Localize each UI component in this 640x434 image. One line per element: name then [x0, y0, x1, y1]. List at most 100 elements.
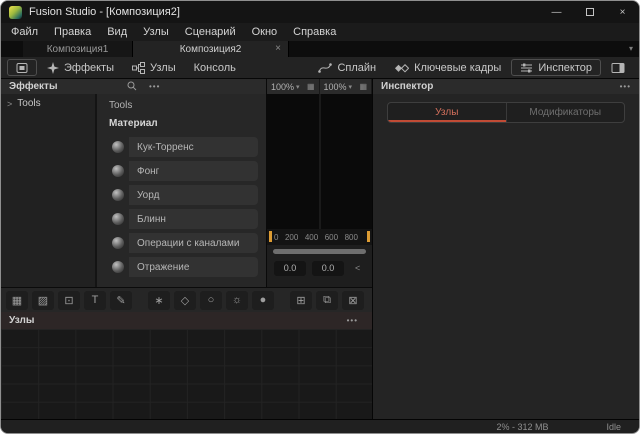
- viewer-headers: 100% ▾ ▦ 100% ▾ ▦: [267, 79, 372, 94]
- search-icon[interactable]: [127, 81, 137, 94]
- keyframes-diamond-icon: [394, 62, 409, 74]
- menu-item-5[interactable]: Сценарий: [177, 26, 244, 38]
- color-tool-icon[interactable]: ●: [252, 291, 274, 310]
- merge-tool-icon-glyph: ⊞: [296, 294, 305, 307]
- menu-item-2[interactable]: Правка: [46, 26, 99, 38]
- ruler-tick-label: 400: [305, 233, 318, 242]
- tools-list-item[interactable]: Отражение: [107, 257, 258, 277]
- polygon-mask-tool-icon-glyph: ◇: [181, 294, 189, 307]
- chevron-down-icon: ▾: [349, 83, 353, 91]
- effects-toolbar-button[interactable]: Эффекты: [39, 59, 122, 76]
- effects-tree: > Tools: [1, 94, 97, 287]
- nodes-toolbar-label: Узлы: [150, 62, 176, 74]
- menu-item-7[interactable]: Справка: [285, 26, 344, 38]
- ruler-tick-label: 0: [274, 233, 278, 242]
- particles-tool-icon[interactable]: ∗: [148, 291, 170, 310]
- sphere-glyph: [112, 165, 124, 177]
- media-tool-icon-glyph: ⊡: [64, 294, 73, 307]
- fastnoise-tool-icon[interactable]: ▨: [32, 291, 54, 310]
- ruler-tick-label: 200: [285, 233, 298, 242]
- media-tool-icon[interactable]: ⊡: [58, 291, 80, 310]
- viewer-right-canvas[interactable]: [319, 94, 373, 229]
- merge-tool-icon[interactable]: ⊞: [290, 291, 312, 310]
- menu-item-3[interactable]: Вид: [99, 26, 135, 38]
- viewer-left-zoom-select[interactable]: 100%: [271, 82, 294, 92]
- inspector-body: [373, 123, 639, 419]
- tools-list-item-label: Уорд: [129, 190, 159, 201]
- viewer-left-canvas[interactable]: [267, 94, 319, 229]
- effects-menu-dots-icon[interactable]: •••: [149, 82, 160, 91]
- keyframes-toolbar-button[interactable]: Ключевые кадры: [386, 59, 509, 76]
- text-tool-icon[interactable]: T: [84, 291, 106, 310]
- app-window: Fusion Studio - [Композиция2] — × ФайлПр…: [0, 0, 640, 434]
- tree-item-tools[interactable]: > Tools: [1, 94, 95, 113]
- tree-item-label: Tools: [17, 98, 40, 109]
- nodes-panel-title: Узлы: [9, 315, 34, 326]
- inspector-tab-1[interactable]: Узлы: [388, 103, 506, 122]
- nodes-toolbar-button[interactable]: Узлы: [124, 59, 184, 76]
- composition-tab-1[interactable]: Композиция1: [23, 41, 133, 57]
- right-panel-toggle-button[interactable]: [603, 59, 633, 76]
- timeline-scrollbar-thumb[interactable]: [273, 249, 366, 254]
- collapse-left-icon[interactable]: <: [355, 263, 360, 273]
- viewer-right-zoom-select[interactable]: 100%: [324, 82, 347, 92]
- tools-list-item[interactable]: Кук-Торренс: [107, 137, 258, 157]
- tools-list-item[interactable]: Уорд: [107, 185, 258, 205]
- viewer-right-options-icon[interactable]: ▦: [359, 82, 367, 91]
- menu-item-1[interactable]: Файл: [3, 26, 46, 38]
- inspector-toolbar-label: Инспектор: [538, 62, 592, 74]
- viewer-left-options-icon[interactable]: ▦: [307, 82, 315, 91]
- inspector-menu-dots-icon[interactable]: •••: [620, 82, 631, 91]
- sphere-glyph: [112, 237, 124, 249]
- current-time-field[interactable]: 0.0: [274, 261, 306, 276]
- menu-item-6[interactable]: Окно: [244, 26, 286, 38]
- panel-toggle-button[interactable]: [7, 59, 37, 76]
- polygon-mask-tool-icon[interactable]: ◇: [174, 291, 196, 310]
- material-sphere-icon: [107, 257, 129, 277]
- spline-toolbar-button[interactable]: Сплайн: [310, 59, 384, 76]
- tab-close-icon[interactable]: ×: [275, 44, 281, 54]
- close-button[interactable]: ×: [606, 1, 639, 23]
- tab-overflow-chevron-icon[interactable]: ▾: [629, 44, 633, 53]
- inspector-toolbar-button[interactable]: Инспектор: [511, 59, 601, 76]
- chevron-right-icon: >: [7, 99, 12, 109]
- fastnoise-tool-icon-glyph: ▨: [38, 294, 48, 307]
- timeline-scrollbar: [267, 245, 372, 257]
- ellipse-mask-tool-icon[interactable]: ○: [200, 291, 222, 310]
- menu-item-4[interactable]: Узлы: [135, 26, 177, 38]
- transform-tool-icon-glyph: ⊠: [348, 294, 357, 307]
- chevron-down-icon: ▾: [296, 83, 300, 91]
- transform-tool-icon[interactable]: ⊠: [342, 291, 364, 310]
- brightness-tool-icon[interactable]: ☼: [226, 291, 248, 310]
- material-sphere-icon: [107, 233, 129, 253]
- tools-list-item-label: Блинн: [129, 214, 166, 225]
- nodes-canvas[interactable]: [1, 329, 372, 419]
- top-region: Эффекты ••• > Tools: [1, 79, 372, 287]
- tools-list-title: Tools: [107, 97, 258, 118]
- checkbox-grid-icon: [16, 62, 28, 74]
- tools-list-item[interactable]: Блинн: [107, 209, 258, 229]
- app-icon: [9, 6, 22, 19]
- tools-list: Кук-Торренс Фонг Уорд Блинн Операции с канал…: [107, 137, 258, 277]
- paint-tool-icon[interactable]: ✎: [110, 291, 132, 310]
- tools-list-item[interactable]: Операции с каналами: [107, 233, 258, 253]
- tools-list-item[interactable]: Фонг: [107, 161, 258, 181]
- background-tool-icon[interactable]: ▦: [6, 291, 28, 310]
- minimize-button[interactable]: —: [540, 1, 573, 23]
- render-range-end-marker[interactable]: [367, 231, 370, 242]
- tool-strip: ▦ ▨ ⊡ T✎ ∗ ◇ ○ ☼ ● ⊞ ⧉ ⊠: [1, 287, 372, 312]
- end-time-field[interactable]: 0.0: [312, 261, 344, 276]
- tab-bar: Композиция1Композиция2× ▾: [1, 41, 639, 57]
- render-range-start-marker[interactable]: [269, 231, 272, 242]
- ruler-tick-label: 600: [325, 233, 338, 242]
- spline-toolbar-label: Сплайн: [337, 62, 376, 74]
- inspector-tab-2[interactable]: Модификаторы: [506, 103, 625, 122]
- console-toolbar-button[interactable]: Консоль: [186, 59, 244, 76]
- nodes-menu-dots-icon[interactable]: •••: [347, 316, 364, 325]
- inspector-sliders-icon: [520, 62, 533, 74]
- composition-tab-2[interactable]: Композиция2×: [133, 41, 289, 57]
- timeline-ruler[interactable]: 0200400600800: [267, 229, 372, 245]
- layers-tool-icon[interactable]: ⧉: [316, 291, 338, 310]
- maximize-button[interactable]: [573, 1, 606, 23]
- brightness-tool-icon-glyph: ☼: [232, 294, 242, 306]
